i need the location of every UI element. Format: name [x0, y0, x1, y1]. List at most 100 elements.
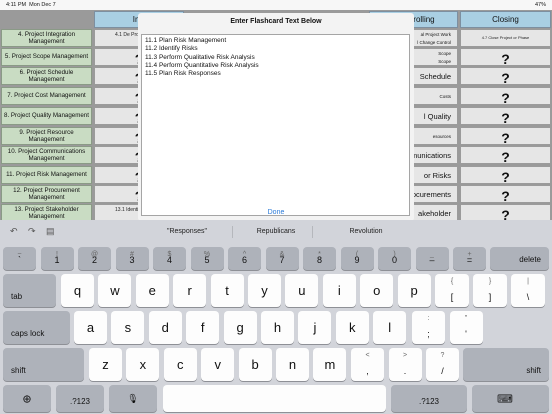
closing-cell[interactable]: ?	[460, 87, 551, 105]
key-10[interactable]: ) 0	[378, 247, 411, 270]
undo-icon[interactable]: ↶	[10, 226, 18, 237]
key-punct-0[interactable]: :;	[412, 311, 445, 344]
key-w[interactable]: w	[98, 274, 132, 307]
keyboard-dismiss-icon: ⌨	[497, 393, 513, 405]
key-11[interactable]: _ –	[415, 247, 449, 270]
closing-cell[interactable]: ?	[460, 166, 551, 184]
key-x[interactable]: x	[126, 348, 160, 381]
key-12[interactable]: + =	[453, 247, 486, 270]
row-label[interactable]: 5. Project Scope Management	[1, 48, 92, 66]
key-6[interactable]: ^ 6	[228, 247, 261, 270]
paste-icon[interactable]: ▤	[46, 226, 55, 237]
closing-cell[interactable]: ?	[460, 127, 551, 145]
key-char: f	[200, 319, 205, 335]
key-f[interactable]: f	[186, 311, 220, 344]
key-2[interactable]: @2	[78, 247, 111, 270]
key-bracket-0[interactable]: {[	[435, 274, 469, 307]
text-line: 11.5 Plan Risk Responses	[145, 70, 221, 78]
tab-key[interactable]: tab	[3, 274, 56, 307]
numbers-key-left[interactable]: .?123	[56, 385, 104, 412]
closing-cell[interactable]: 4.7 Close Project or Phase	[460, 29, 551, 47]
closing-cell[interactable]: ?	[460, 146, 551, 164]
key-8[interactable]: * 8	[303, 247, 336, 270]
key-punct-z-1[interactable]: >.	[388, 348, 422, 381]
header-closing[interactable]: Closing	[460, 11, 551, 28]
key-bracket-2[interactable]: | \	[511, 274, 545, 307]
key-bracket-1[interactable]: }]	[473, 274, 507, 307]
key-char: q	[73, 282, 82, 298]
dictation-key[interactable]: 🎙	[109, 385, 157, 412]
key-char: d	[161, 319, 169, 335]
key-char: e	[148, 282, 156, 298]
key-u[interactable]: u	[285, 274, 319, 307]
key-m[interactable]: m	[313, 348, 347, 381]
numbers-key-right[interactable]: .?123	[391, 385, 467, 412]
key-j[interactable]: j	[298, 311, 332, 344]
key-v[interactable]: v	[201, 348, 235, 381]
key-punct-z-2[interactable]: ? /	[426, 348, 459, 381]
suggestion-1[interactable]: "Responses"	[137, 228, 237, 235]
key-punct-1[interactable]: " '	[449, 311, 483, 344]
key-char: 6	[241, 255, 247, 265]
key-char: i	[337, 282, 341, 298]
key-h[interactable]: h	[261, 311, 294, 344]
closing-cell[interactable]: ?	[460, 185, 551, 203]
shift-key-left[interactable]: shift	[3, 348, 84, 381]
key-i[interactable]: i	[322, 274, 356, 307]
hide-keyboard-key[interactable]: ⌨	[472, 385, 549, 412]
closing-cell[interactable]: ?	[460, 48, 551, 66]
key-n[interactable]: n	[276, 348, 309, 381]
key-7[interactable]: & 7	[265, 247, 299, 270]
key-y[interactable]: y	[248, 274, 281, 307]
key-3[interactable]: #3	[115, 247, 149, 270]
key-char: –	[429, 255, 435, 265]
key-e[interactable]: e	[135, 274, 169, 307]
key-shift-char: :	[427, 315, 430, 322]
shift-key-right[interactable]: shift	[463, 348, 549, 381]
flashcard-text-area[interactable]: 11.1 Plan Risk Management 11.2 Identify …	[141, 34, 410, 216]
delete-key[interactable]: delete	[490, 247, 549, 270]
key-char: n	[288, 356, 297, 372]
row-label[interactable]: 12. Project Procurement Management	[1, 185, 92, 203]
key-d[interactable]: d	[148, 311, 182, 344]
row-label[interactable]: 4. Project Integration Management	[1, 29, 92, 47]
space-bar[interactable]	[163, 385, 386, 412]
row-label[interactable]: 7. Project Cost Management	[1, 87, 92, 105]
done-button[interactable]: Done	[138, 209, 414, 216]
key-4[interactable]: $4	[153, 247, 186, 270]
key-0[interactable]: ~ `	[3, 247, 36, 270]
closing-cell[interactable]: ?	[460, 67, 551, 85]
key-9[interactable]: (9	[340, 247, 374, 270]
key-z[interactable]: z	[89, 348, 122, 381]
suggestion-2[interactable]: Republicans	[226, 228, 326, 235]
row-label[interactable]: 11. Project Risk Management	[1, 166, 92, 184]
key-k[interactable]: k	[335, 311, 369, 344]
key-q[interactable]: q	[61, 274, 94, 307]
key-t[interactable]: t	[210, 274, 244, 307]
key-5[interactable]: % 5	[190, 247, 224, 270]
key-c[interactable]: c	[163, 348, 197, 381]
key-b[interactable]: b	[238, 348, 272, 381]
key-shift-char: }	[488, 278, 492, 285]
row-label[interactable]: 9. Project Resource Management	[1, 127, 92, 145]
key-punct-z-0[interactable]: <,	[351, 348, 384, 381]
globe-key[interactable]: ⊕	[3, 385, 51, 412]
caps-lock-key[interactable]: caps lock	[3, 311, 70, 344]
key-r[interactable]: r	[173, 274, 207, 307]
key-char: 3	[129, 255, 135, 265]
row-label[interactable]: 10. Project Communications Management	[1, 146, 92, 164]
suggestion-3[interactable]: Revolution	[316, 228, 416, 235]
globe-icon: ⊕	[22, 393, 32, 405]
key-p[interactable]: p	[397, 274, 431, 307]
closing-cell[interactable]: ?	[460, 107, 551, 125]
row-label[interactable]: 6. Project Schedule Management	[1, 67, 92, 85]
key-s[interactable]: s	[111, 311, 145, 344]
row-label[interactable]: 8. Project Quality Management	[1, 107, 92, 125]
key-o[interactable]: o	[360, 274, 394, 307]
redo-icon[interactable]: ↷	[28, 226, 36, 237]
key-1[interactable]: ! 1	[40, 247, 74, 270]
key-l[interactable]: l	[373, 311, 407, 344]
key-a[interactable]: a	[74, 311, 107, 344]
key-g[interactable]: g	[223, 311, 257, 344]
key-char: ]	[488, 292, 492, 302]
